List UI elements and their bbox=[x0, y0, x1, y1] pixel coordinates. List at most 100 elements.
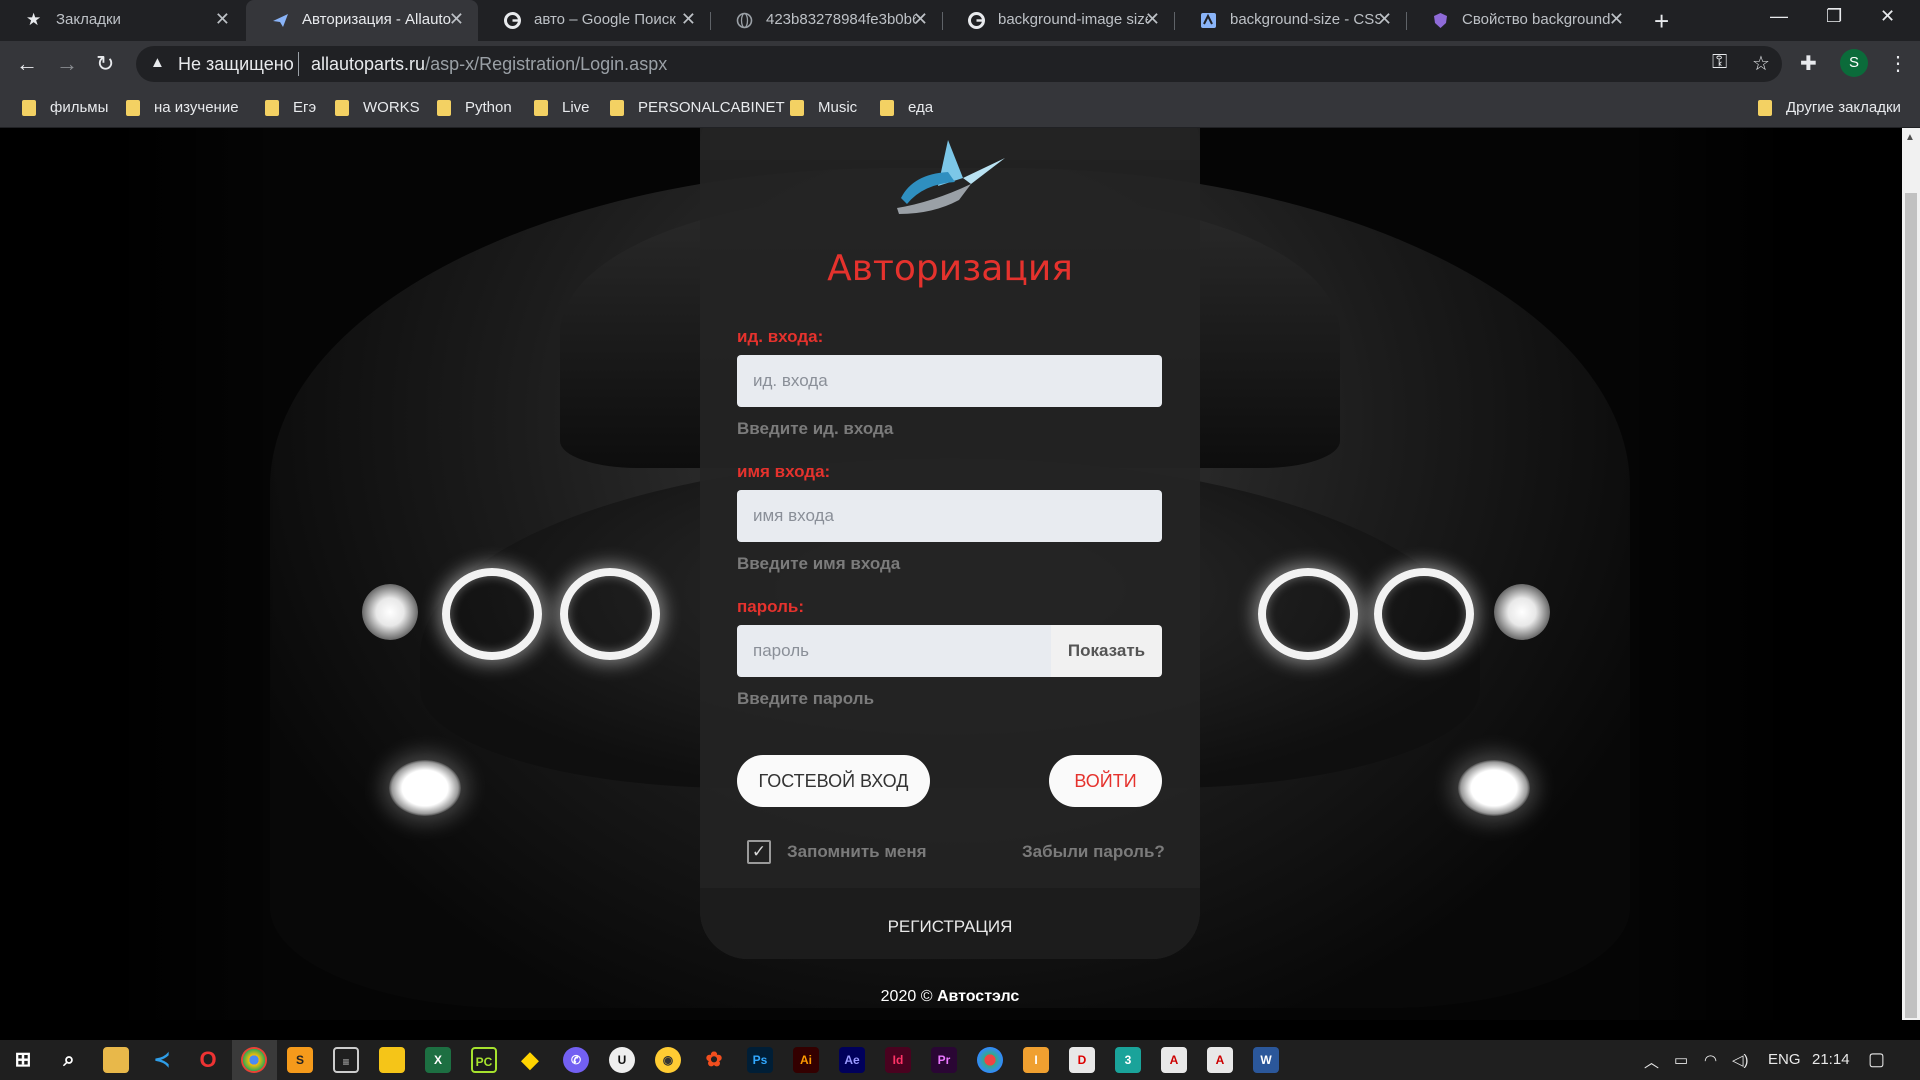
sublime-text-icon[interactable]: S bbox=[287, 1047, 313, 1073]
sticky-notes-icon[interactable] bbox=[379, 1047, 405, 1073]
bookmark-folder[interactable]: на изучение bbox=[126, 87, 239, 128]
figma-icon[interactable]: ✿ bbox=[701, 1047, 727, 1073]
acrobat-icon[interactable]: A bbox=[1161, 1047, 1187, 1073]
url-text[interactable]: allautoparts.ru/asp-x/Registration/Login… bbox=[311, 54, 667, 75]
bookmark-folder[interactable]: Егэ bbox=[265, 87, 316, 128]
bookmark-folder[interactable]: Live bbox=[534, 87, 590, 128]
davinci-resolve-icon[interactable] bbox=[977, 1047, 1003, 1073]
tab-google-search-auto[interactable]: авто – Google Поиск ✕ bbox=[478, 0, 710, 41]
close-icon[interactable]: ✕ bbox=[449, 9, 464, 30]
register-section: РЕГИСТРАЦИЯ bbox=[700, 888, 1200, 959]
new-tab-button[interactable]: + bbox=[1654, 6, 1669, 37]
reload-icon[interactable]: ↻ bbox=[96, 51, 114, 77]
capture-icon[interactable]: ◉ bbox=[655, 1047, 681, 1073]
remember-me[interactable]: ✓ Запомнить меня bbox=[747, 840, 927, 864]
password-input[interactable] bbox=[737, 625, 1051, 677]
guest-login-button[interactable]: ГОСТЕВОЙ ВХОД bbox=[737, 755, 930, 807]
tray-chevron-up-icon[interactable]: ︿ bbox=[1644, 1051, 1659, 1072]
premiere-icon[interactable]: Pr bbox=[931, 1047, 957, 1073]
login-id-input[interactable] bbox=[737, 355, 1162, 407]
tab-hash-page[interactable]: 423b83278984fe3b0b6 ✕ bbox=[710, 0, 942, 41]
search-icon[interactable]: ⌕ bbox=[56, 1047, 82, 1073]
close-icon[interactable]: ✕ bbox=[1145, 9, 1160, 30]
close-icon[interactable]: ✕ bbox=[1609, 9, 1624, 30]
close-icon[interactable]: ✕ bbox=[913, 9, 928, 30]
remember-me-checkbox[interactable]: ✓ bbox=[747, 840, 771, 864]
forgot-password-link[interactable]: Забыли пароль? bbox=[1022, 842, 1165, 862]
bookmark-star-icon[interactable]: ☆ bbox=[1752, 51, 1770, 76]
minimize-icon[interactable]: — bbox=[1770, 6, 1788, 27]
bookmark-folder[interactable]: Python bbox=[437, 87, 512, 128]
photoshop-icon[interactable]: Ps bbox=[747, 1047, 773, 1073]
profile-avatar[interactable]: S bbox=[1840, 49, 1868, 77]
indesign-icon[interactable]: Id bbox=[885, 1047, 911, 1073]
battery-icon[interactable]: ▭ bbox=[1674, 1051, 1688, 1069]
forward-icon[interactable]: → bbox=[56, 51, 78, 77]
bookmark-folder[interactable]: WORKS bbox=[335, 87, 420, 128]
bookmark-folder[interactable]: фильмы bbox=[22, 87, 108, 128]
extensions-icon[interactable]: ✚ bbox=[1800, 51, 1817, 76]
vscode-icon[interactable]: ≺ bbox=[149, 1047, 175, 1073]
bookmark-label: WORKS bbox=[363, 99, 420, 116]
username-input[interactable] bbox=[737, 490, 1162, 542]
tab-mdn-background-size[interactable]: background-size - CSS ✕ bbox=[1174, 0, 1406, 41]
other-bookmarks[interactable]: Другие закладки bbox=[1758, 87, 1901, 128]
close-icon[interactable]: ✕ bbox=[215, 9, 230, 30]
notifications-icon[interactable]: ▢ bbox=[1868, 1049, 1885, 1070]
close-window-icon[interactable]: ✕ bbox=[1880, 6, 1895, 27]
tab-bookmarks[interactable]: ★ Закладки ✕ bbox=[0, 0, 244, 41]
register-link[interactable]: РЕГИСТРАЦИЯ bbox=[888, 917, 1013, 937]
after-effects-icon[interactable]: Ae bbox=[839, 1047, 865, 1073]
warning-icon[interactable]: ▲ bbox=[150, 54, 165, 71]
pycharm-icon[interactable]: PC bbox=[471, 1047, 497, 1073]
git-icon[interactable]: ◆ bbox=[517, 1047, 543, 1073]
app-d-icon[interactable]: D bbox=[1069, 1047, 1095, 1073]
url-path: /asp-x/Registration/Login.aspx bbox=[425, 54, 668, 74]
site-logo[interactable] bbox=[893, 138, 1009, 224]
scroll-up-arrow-icon[interactable]: ▲ bbox=[1905, 132, 1915, 143]
notepad-icon[interactable]: ≡ bbox=[333, 1047, 359, 1073]
tab-google-background-image[interactable]: background-image size ✕ bbox=[942, 0, 1174, 41]
remember-me-label: Запомнить меня bbox=[787, 842, 927, 861]
wifi-icon[interactable]: ◠ bbox=[1704, 1051, 1717, 1069]
chrome-icon[interactable] bbox=[241, 1047, 267, 1073]
tab-title: авто – Google Поиск bbox=[534, 11, 676, 28]
close-icon[interactable]: ✕ bbox=[1377, 9, 1392, 30]
viber-icon[interactable]: ✆ bbox=[563, 1047, 589, 1073]
tab-authorization[interactable]: Авторизация - Allauto ✕ bbox=[246, 0, 478, 41]
illustrator-icon[interactable]: Ai bbox=[793, 1047, 819, 1073]
close-icon[interactable]: ✕ bbox=[681, 9, 696, 30]
menu-icon[interactable]: ⋮ bbox=[1888, 51, 1908, 76]
clock[interactable]: 21:14 bbox=[1812, 1051, 1850, 1068]
word-icon[interactable]: W bbox=[1253, 1047, 1279, 1073]
excel-icon[interactable]: X bbox=[425, 1047, 451, 1073]
restore-icon[interactable]: ❐ bbox=[1826, 6, 1842, 27]
volume-icon[interactable]: ◁) bbox=[1732, 1051, 1749, 1069]
show-password-button[interactable]: Показать bbox=[1051, 625, 1162, 677]
app-i-icon[interactable]: I bbox=[1023, 1047, 1049, 1073]
scrollbar-thumb[interactable] bbox=[1905, 193, 1917, 1018]
page-viewport: Авторизация ид. входа: Введите ид. входа… bbox=[0, 128, 1902, 1020]
password-label: пароль: bbox=[737, 597, 804, 616]
login-id-hint: Введите ид. входа bbox=[737, 419, 894, 438]
url-host: allautoparts.ru bbox=[311, 54, 426, 74]
windows-start-icon[interactable]: ⊞ bbox=[10, 1047, 36, 1073]
key-icon[interactable]: ⚿ bbox=[1712, 51, 1727, 74]
opera-icon[interactable]: O bbox=[195, 1047, 221, 1073]
login-button[interactable]: ВОЙТИ bbox=[1049, 755, 1162, 807]
security-label[interactable]: Не защищено bbox=[178, 54, 294, 75]
file-explorer-icon[interactable] bbox=[103, 1047, 129, 1073]
unreal-engine-icon[interactable]: U bbox=[609, 1047, 635, 1073]
tab-background-property[interactable]: Свойство background ✕ bbox=[1406, 0, 1638, 41]
back-icon[interactable]: ← bbox=[16, 51, 38, 77]
username-hint: Введите имя входа bbox=[737, 554, 901, 573]
password-hint: Введите пароль bbox=[737, 689, 875, 708]
app-3-icon[interactable]: 3 bbox=[1115, 1047, 1141, 1073]
acrobat-reader-icon[interactable]: A bbox=[1207, 1047, 1233, 1073]
paper-plane-icon bbox=[272, 12, 289, 29]
bookmark-folder[interactable]: PERSONALCABINET bbox=[610, 87, 785, 128]
bookmark-label: на изучение bbox=[154, 99, 239, 116]
bookmark-folder[interactable]: еда bbox=[880, 87, 933, 128]
language-indicator[interactable]: ENG bbox=[1768, 1051, 1801, 1068]
bookmark-folder[interactable]: Music bbox=[790, 87, 857, 128]
